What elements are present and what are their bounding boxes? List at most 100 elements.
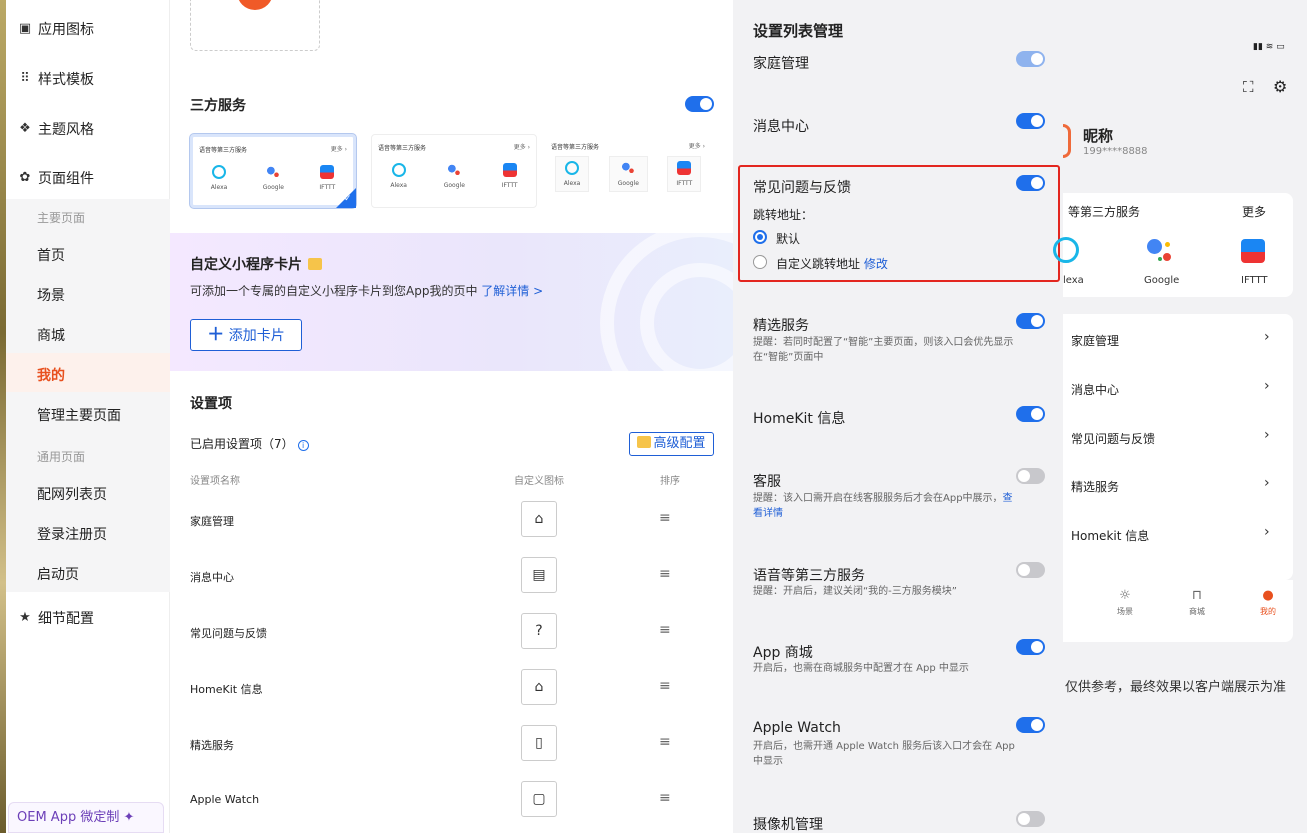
settings-list-panel: 设置列表管理 家庭管理 消息中心 常见问题与反馈 跳转地址： 默认 自定义跳转地…	[733, 0, 1063, 833]
alexa-app: Alexa	[554, 156, 590, 192]
card-title: 语音等第三方服务	[199, 147, 248, 154]
row-name: HomeKit 信息	[190, 683, 263, 696]
sidebar-item-scene[interactable]: 场景	[37, 285, 65, 305]
homekit-icon[interactable]: ⌂	[521, 669, 557, 705]
drag-handle-icon[interactable]: ≡	[659, 790, 671, 806]
mini-program-title: 自定义小程序卡片	[190, 254, 322, 274]
sidebar-item-mine[interactable]: 我的	[37, 365, 65, 385]
template-card-3[interactable]: 语音等第三方服务 更多 › Alexa Google IFTTT	[545, 134, 711, 208]
sidebar-item-launch[interactable]: 启动页	[37, 564, 79, 584]
list-item-label: HomeKit 信息	[753, 411, 846, 427]
crown-icon	[308, 258, 322, 270]
drag-handle-icon[interactable]: ≡	[659, 734, 671, 750]
mini-program-desc: 可添加一个专属的自定义小程序卡片到您App我的页中 了解详情 >	[190, 282, 543, 299]
drag-handle-icon[interactable]: ≡	[659, 510, 671, 526]
settings-title: 设置项	[190, 396, 232, 412]
common-pages-head: 通用页面	[37, 450, 86, 464]
watch-icon[interactable]: ▢	[521, 781, 557, 817]
alexa-app: Alexa	[210, 165, 228, 191]
list-title: 设置列表管理	[753, 22, 844, 40]
app-label: lexa	[1063, 275, 1084, 286]
apple-watch-toggle[interactable]	[1016, 717, 1045, 733]
app-mall-toggle[interactable]	[1016, 639, 1045, 655]
app-label: IFTTT	[1241, 275, 1268, 286]
row-name: Apple Watch	[190, 793, 260, 806]
settings-gear-icon[interactable]: ⚙	[1273, 77, 1287, 96]
tab-scene[interactable]: ☼ 场景	[1105, 588, 1145, 617]
col-icon-header: 自定义图标	[514, 476, 564, 487]
advanced-config-button[interactable]: 高级配置	[629, 432, 714, 456]
alexa-app: Alexa	[390, 163, 407, 189]
menu-item[interactable]: 常见问题与反馈	[1071, 430, 1155, 447]
sidebar-item-mall[interactable]: 商城	[37, 325, 65, 345]
nav-detail-config[interactable]: ★ 细节配置	[18, 608, 94, 628]
chevron-right-icon: ›	[1264, 329, 1270, 345]
google-icon	[266, 165, 281, 179]
service-more[interactable]: 更多	[1242, 203, 1266, 220]
sidebar-item-network[interactable]: 配网列表页	[37, 484, 107, 504]
nav-style-template[interactable]: ⠿ 样式模板	[18, 69, 94, 89]
list-item-label: 摄像机管理	[753, 817, 823, 833]
app-label: Alexa	[210, 184, 228, 191]
check-icon: ✓	[336, 188, 356, 208]
add-card-button[interactable]: ＋ 添加卡片	[190, 319, 302, 351]
info-icon[interactable]: i	[297, 440, 309, 451]
card-more: 更多 ›	[330, 146, 347, 153]
service-card[interactable]: 等第三方服务 更多 lexa Google IFTTT	[1053, 193, 1293, 297]
chevron-right-icon: ›	[1264, 427, 1270, 443]
component-icon: ✿	[19, 170, 31, 185]
ifttt-icon	[502, 163, 517, 177]
app-icon-upload[interactable]	[190, 0, 320, 51]
nav-page-components[interactable]: ✿ 页面组件	[18, 168, 94, 188]
menu-item[interactable]: 精选服务	[1071, 478, 1119, 495]
ifttt-icon	[320, 165, 335, 179]
nav-label: 应用图标	[38, 22, 94, 38]
drag-handle-icon[interactable]: ≡	[659, 622, 671, 638]
template-card-2[interactable]: 语音等第三方服务 更多 › Alexa Google IFTTT	[371, 134, 537, 208]
avatar[interactable]	[1063, 124, 1071, 158]
google-app: Google	[263, 165, 284, 191]
home-icon[interactable]: ⌂	[521, 501, 557, 537]
drag-handle-icon[interactable]: ≡	[659, 566, 671, 582]
homekit-toggle[interactable]	[1016, 406, 1045, 422]
ifttt-app: IFTTT	[502, 163, 518, 189]
service-toggle[interactable]	[1016, 468, 1045, 484]
theme-icon: ❖	[19, 121, 31, 136]
template-card-1[interactable]: 语音等第三方服务 更多 › Alexa Google IFTTT ✓	[190, 134, 356, 208]
oem-badge[interactable]: OEM App 微定制 ✦	[8, 802, 164, 833]
camera-toggle[interactable]	[1016, 811, 1045, 827]
chevron-right-icon: ›	[1264, 524, 1270, 540]
message-toggle[interactable]	[1016, 113, 1045, 129]
sidebar-item-login[interactable]: 登录注册页	[37, 524, 107, 544]
menu-item[interactable]: Homekit 信息	[1071, 527, 1149, 544]
question-icon[interactable]: ?	[521, 613, 557, 649]
col-name-header: 设置项名称	[190, 476, 240, 487]
sidebar-item-manage[interactable]: 管理主要页面	[37, 405, 121, 425]
list-item-label: 精选服务	[753, 318, 809, 334]
nav-app-icon[interactable]: ▣ 应用图标	[18, 19, 94, 39]
menu-item[interactable]: 消息中心	[1071, 381, 1119, 398]
list-item-label: App 商城	[753, 645, 813, 661]
sun-icon: ☼	[1119, 588, 1131, 603]
tab-mall[interactable]: ⊓ 商城	[1177, 588, 1217, 617]
bookmark-icon[interactable]: ▯	[521, 725, 557, 761]
family-toggle[interactable]	[1016, 51, 1045, 67]
alexa-icon	[391, 163, 406, 177]
drag-handle-icon[interactable]: ≡	[659, 678, 671, 694]
highlight-frame	[738, 165, 1060, 282]
message-icon[interactable]: ▤	[521, 557, 557, 593]
card-title: 语音等第三方服务	[378, 145, 427, 152]
third-party-toggle[interactable]	[685, 96, 714, 112]
menu-item[interactable]: 家庭管理	[1071, 332, 1119, 349]
voice-service-toggle[interactable]	[1016, 562, 1045, 578]
list-item-note: 提醒：若同时配置了“智能”主要页面，则该入口会优先显示在“智能”页面中	[753, 337, 1014, 363]
col-sort-header: 排序	[660, 476, 680, 487]
learn-more-link[interactable]: 了解详情 >	[481, 284, 543, 298]
nav-theme[interactable]: ❖ 主题风格	[18, 119, 94, 139]
scan-icon[interactable]: ⛶	[1243, 78, 1254, 96]
sidebar-item-home[interactable]: 首页	[37, 245, 65, 265]
tab-mine[interactable]: ● 我的	[1248, 588, 1288, 617]
alexa-icon	[565, 161, 580, 175]
list-item-note: 提醒：该入口需开启在线客服服务后才会在App中展示，查看详情	[753, 491, 1018, 521]
featured-toggle[interactable]	[1016, 313, 1045, 329]
